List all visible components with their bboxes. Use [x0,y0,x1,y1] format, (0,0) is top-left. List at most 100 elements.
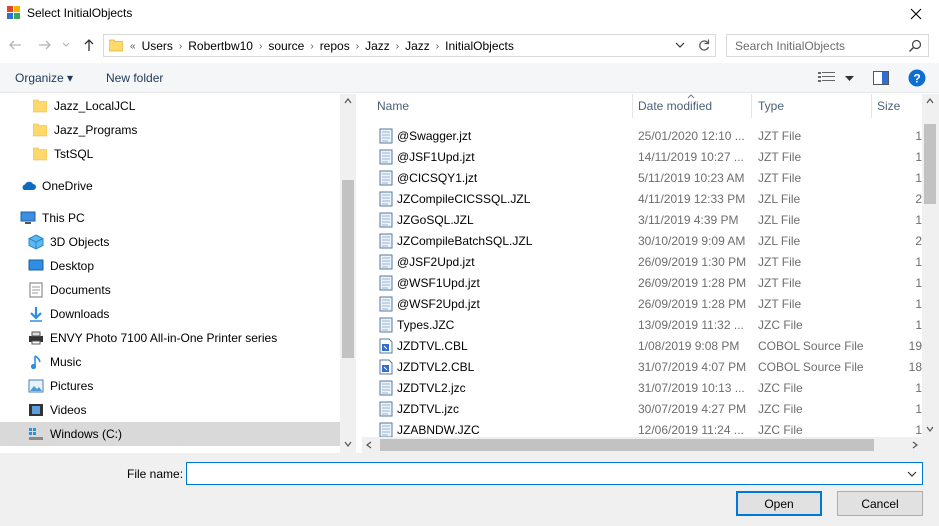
file-list-vertical-scrollbar[interactable] [922,94,939,437]
column-divider[interactable] [871,94,872,118]
file-row[interactable]: JZDTVL.jzc 30/07/2019 4:27 PM JZC File 1 [362,398,922,419]
organize-menu-button[interactable]: Organize ▾ [15,71,73,85]
scrollbar-thumb[interactable] [924,124,936,204]
scrollbar-thumb[interactable] [380,439,874,451]
view-options-dropdown[interactable] [845,72,854,86]
column-header-size[interactable]: Size [877,94,922,118]
file-type: JZL File [758,234,801,248]
search-icon[interactable] [908,39,922,56]
file-date-modified: 1/08/2019 9:08 PM [638,339,740,353]
scroll-right-icon[interactable] [912,441,918,449]
breadcrumb-overflow[interactable]: « [128,41,138,52]
breadcrumb-item[interactable]: Users [138,39,177,53]
scrollbar-thumb[interactable] [342,180,354,358]
file-name-input[interactable] [191,463,891,483]
refresh-icon[interactable] [697,38,711,55]
sidebar-item-3d-objects[interactable]: 3D Objects [0,230,340,254]
drive-icon [28,426,44,442]
column-header-type[interactable]: Type [758,94,871,118]
open-button[interactable]: Open [736,491,822,516]
sidebar-item-label: Windows (C:) [50,427,123,441]
scroll-down-icon[interactable] [344,441,352,447]
cancel-button[interactable]: Cancel [837,491,923,516]
search-input[interactable] [735,39,905,53]
file-row[interactable]: JZDTVL2.jzc 31/07/2019 10:13 ... JZC File 1 [362,377,922,398]
sidebar-item-printer[interactable]: ENVY Photo 7100 All-in-One Printer serie… [0,326,340,350]
sidebar-item-documents[interactable]: Documents [0,278,340,302]
file-list-horizontal-scrollbar[interactable] [362,437,939,453]
close-button[interactable] [893,0,939,27]
breadcrumb: « Users › Robertbw10 › source › repos › … [128,39,518,53]
up-button[interactable] [80,36,98,54]
file-date-modified: 31/07/2019 4:07 PM [638,360,747,374]
file-date-modified: 12/06/2019 11:24 ... [638,423,744,437]
scroll-left-icon[interactable] [366,441,372,449]
scroll-up-icon[interactable] [926,98,934,104]
breadcrumb-item[interactable]: source [264,39,308,53]
file-icon [379,233,393,252]
column-divider[interactable] [751,94,752,118]
new-folder-button[interactable]: New folder [106,71,163,85]
chevron-right-icon[interactable]: › [257,41,264,52]
address-history-chevron-icon[interactable] [674,39,686,54]
file-type: COBOL Source File [758,360,864,374]
sidebar-item-pictures[interactable]: Pictures [0,374,340,398]
file-name: JZDTVL.CBL [397,339,468,353]
breadcrumb-item-current[interactable]: InitialObjects [441,39,518,53]
file-row[interactable]: @JSF2Upd.jzt 26/09/2019 1:30 PM JZT File 1 [362,251,922,272]
chevron-right-icon[interactable]: › [308,41,315,52]
chevron-right-icon[interactable]: › [434,41,441,52]
file-name: JZABNDW.JZC [397,423,480,437]
search-box[interactable] [726,34,929,57]
file-row[interactable]: Types.JZC 13/09/2019 11:32 ... JZC File 1 [362,314,922,335]
forward-button[interactable] [36,36,54,54]
breadcrumb-item[interactable]: Jazz [361,39,394,53]
file-size: 1 [915,276,922,290]
file-type: JZT File [758,255,802,269]
sidebar-item-this-pc[interactable]: This PC [0,206,340,230]
chevron-right-icon[interactable]: › [354,41,361,52]
file-row[interactable]: JZCompileBatchSQL.JZL 30/10/2019 9:09 AM J… [362,230,922,251]
column-divider[interactable] [632,94,633,118]
chevron-right-icon[interactable]: › [177,41,184,52]
sidebar-item-jazz-programs[interactable]: Jazz_Programs [0,118,340,142]
file-row[interactable]: JZGoSQL.JZL 3/11/2019 4:39 PM JZL File 1 [362,209,922,230]
scroll-down-icon[interactable] [926,426,934,432]
chevron-right-icon[interactable]: › [394,41,401,52]
back-button[interactable] [6,36,24,54]
scroll-up-icon[interactable] [344,98,352,104]
file-row[interactable]: @WSF2Upd.jzt 26/09/2019 1:28 PM JZT File 1 [362,293,922,314]
file-row[interactable]: JZDTVL.CBL 1/08/2019 9:08 PM COBOL Source … [362,335,922,356]
breadcrumb-item[interactable]: repos [316,39,354,53]
recent-locations-button[interactable] [60,36,72,54]
column-header-name[interactable]: Name [377,94,632,118]
sidebar-item-desktop[interactable]: Desktop [0,254,340,278]
sidebar-item-windows-c[interactable]: Windows (C:) [0,422,340,446]
file-type: JZT File [758,297,802,311]
file-date-modified: 26/09/2019 1:28 PM [638,276,747,290]
file-size: 19 [908,339,922,353]
breadcrumb-item[interactable]: Jazz [401,39,434,53]
file-row[interactable]: @Swagger.jzt 25/01/2020 12:10 ... JZT File… [362,125,922,146]
file-row[interactable]: JZDTVL2.CBL 31/07/2019 4:07 PM COBOL Sourc… [362,356,922,377]
file-name-combobox[interactable] [186,462,923,485]
file-row[interactable]: @JSF1Upd.jzt 14/11/2019 10:27 ... JZT File… [362,146,922,167]
file-row[interactable]: @CICSQY1.jzt 5/11/2019 10:23 AM JZT File 1 [362,167,922,188]
sidebar-item-tstsql[interactable]: TstSQL [0,142,340,166]
sidebar-item-videos[interactable]: Videos [0,398,340,422]
sidebar-item-jazz-localjcl[interactable]: Jazz_LocalJCL [0,94,340,118]
preview-pane-button[interactable] [873,71,889,88]
file-row[interactable]: JZCompileCICSSQL.JZL 4/11/2019 12:33 PM JZ… [362,188,922,209]
sidebar-item-downloads[interactable]: Downloads [0,302,340,326]
view-options-button[interactable] [818,71,836,86]
sidebar-item-music[interactable]: Music [0,350,340,374]
file-row[interactable]: @WSF1Upd.jzt 26/09/2019 1:28 PM JZT File 1 [362,272,922,293]
chevron-down-icon[interactable] [907,468,917,482]
sidebar-item-onedrive[interactable]: OneDrive [0,174,340,198]
breadcrumb-item[interactable]: Robertbw10 [184,39,257,53]
address-bar[interactable]: « Users › Robertbw10 › source › repos › … [103,34,716,57]
help-button[interactable]: ? [908,69,926,90]
title-bar: Select InitialObjects [0,0,939,27]
file-name-label: File name: [127,467,184,481]
sidebar-scrollbar[interactable] [340,94,356,453]
